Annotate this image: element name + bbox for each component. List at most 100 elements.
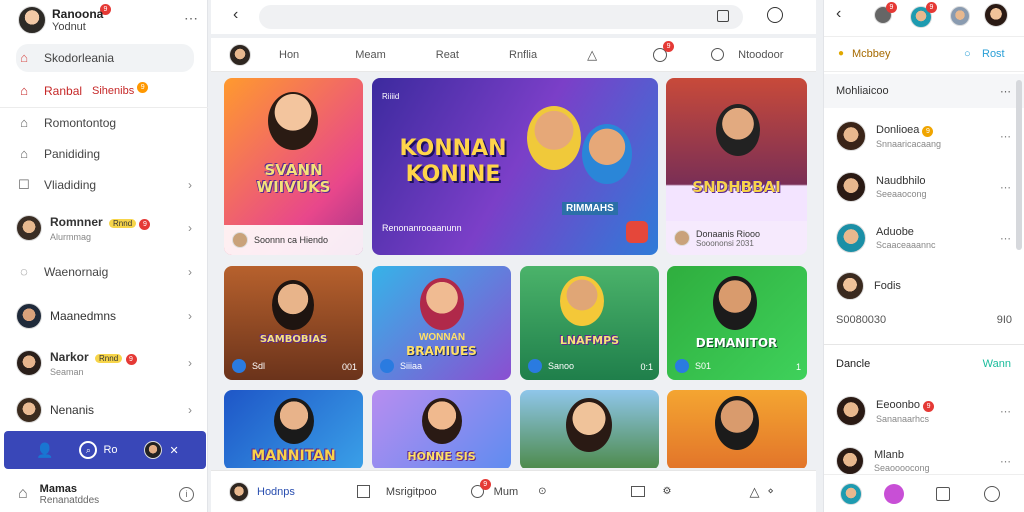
- expand-icon[interactable]: [356, 485, 370, 498]
- chat-icon[interactable]: 9: [653, 40, 675, 62]
- app-window: 9 Ranoona Yodnut ⋯ ⌂ Skodorleania ⌂ Ranb…: [0, 0, 1024, 512]
- video-card-8[interactable]: HONNE SIS: [372, 390, 511, 468]
- mail-icon[interactable]: [630, 486, 645, 497]
- sidebar-item-chat[interactable]: ◌ Waenornaig ›: [16, 258, 194, 286]
- action-left[interactable]: Mcbbey: [852, 48, 891, 60]
- avatar[interactable]: [950, 6, 970, 26]
- scrollbar[interactable]: [1016, 80, 1022, 250]
- contact-row[interactable]: Aduobe Scaaceaaannc ⋯: [836, 220, 1016, 256]
- video-card-5[interactable]: LNAFMPS Sanoo 0:1: [520, 266, 659, 380]
- contact-row[interactable]: Naudbhilo Seeaaocong ⋯: [836, 169, 1016, 205]
- sidebar-item-0[interactable]: ⌂ Skodorleania: [16, 44, 194, 72]
- video-card-3[interactable]: SAMBOBIAS Sdl 001: [224, 266, 363, 380]
- card-footer-text: Renonanrooaanunn: [382, 223, 462, 233]
- clock-icon[interactable]: [711, 48, 725, 61]
- contact-row[interactable]: Fodis: [836, 268, 1016, 304]
- card-title: MANNITAN: [251, 448, 336, 464]
- footer-title: Mamas: [39, 482, 77, 495]
- video-card-4[interactable]: WONNAN BRAMIUES Siiiaa: [372, 266, 511, 380]
- sidebar-person-4[interactable]: Nenanis ›: [16, 393, 194, 427]
- avatar[interactable]: [143, 441, 162, 459]
- card-title: DEMANITOR: [695, 336, 778, 350]
- thumbnail-figure: [422, 398, 462, 444]
- profile-avatar[interactable]: [18, 6, 46, 34]
- sidebar-person-0[interactable]: Romnner Rnnd 9 Alurmmag ›: [16, 211, 194, 245]
- avatar[interactable]: [229, 481, 249, 502]
- contact-row[interactable]: Donlioea 9 Snnaaricacaang ⋯: [836, 118, 1016, 154]
- profile-header[interactable]: 9 Ranoona Yodnut ⋯: [10, 4, 200, 38]
- bottom-user-label[interactable]: Hodnps: [257, 486, 295, 498]
- card-meta: Siiiaa: [380, 358, 422, 374]
- sidebar-item-2[interactable]: ⌂ Romontontog: [16, 109, 194, 137]
- action-right[interactable]: Rost: [982, 48, 1005, 60]
- more-icon[interactable]: ⋯: [1000, 232, 1012, 245]
- sidebar-item-4[interactable]: ☐ Vliadiding ›: [16, 171, 194, 199]
- back-icon[interactable]: ‹: [233, 6, 238, 24]
- search-input[interactable]: [259, 5, 743, 29]
- video-card-2[interactable]: SNDHBBAI Donaanis Riooo Sooononsi 2031: [666, 78, 807, 255]
- video-card-10[interactable]: [667, 390, 807, 468]
- search-icon[interactable]: ⌕: [79, 441, 98, 459]
- divider: [0, 107, 208, 108]
- chat-icon: ◌: [20, 264, 28, 279]
- bell-icon[interactable]: △: [587, 47, 597, 63]
- contact-sub: Seeaaocong: [876, 189, 927, 199]
- tab-meam[interactable]: Meam: [355, 49, 386, 61]
- video-card-7[interactable]: MANNITAN: [224, 390, 363, 468]
- avatar[interactable]: [229, 43, 251, 66]
- play-icon[interactable]: [380, 359, 394, 373]
- image-icon: ☐: [18, 177, 30, 192]
- chevron-right-icon: ›: [188, 403, 192, 417]
- tab-reat[interactable]: Reat: [436, 49, 459, 61]
- video-card-9[interactable]: [520, 390, 659, 468]
- sidebar-person-3[interactable]: Narkor Rnnd 9 Seaman ›: [16, 346, 194, 380]
- chat-icon[interactable]: 9: [470, 479, 491, 498]
- calendar-icon[interactable]: [717, 10, 729, 22]
- play-icon[interactable]: [232, 359, 246, 373]
- more-icon[interactable]: ⋯: [1000, 85, 1011, 98]
- sidebar-item-3[interactable]: ⌂ Panididing: [16, 140, 194, 168]
- home-icon[interactable]: ⌂: [18, 485, 28, 503]
- sidebar-item-1[interactable]: ⌂ Ranbal Sihenibs 9: [16, 77, 194, 105]
- clock-icon[interactable]: [984, 486, 1000, 502]
- avatar[interactable]: [984, 3, 1008, 27]
- bottom-mid2-label[interactable]: Mum: [494, 486, 518, 498]
- sidebar-person-2[interactable]: Maanedmns ›: [16, 299, 194, 333]
- user-icon[interactable]: 👤: [36, 442, 53, 459]
- tab-ntoodoor[interactable]: Ntoodoor: [738, 49, 783, 61]
- play-icon[interactable]: [675, 359, 689, 373]
- section-link[interactable]: Wann: [983, 358, 1011, 370]
- card-sub: RIMMAHS: [562, 202, 618, 215]
- contact-name: Fodis: [874, 280, 901, 292]
- video-card-1[interactable]: Riiiid KONNAN KONINE RIMMAHS Renonanrooa…: [372, 78, 658, 255]
- more-icon[interactable]: ⋄: [767, 486, 773, 497]
- play-icon[interactable]: [528, 359, 542, 373]
- tab-rnflia[interactable]: Rnflia: [509, 49, 537, 61]
- info-icon[interactable]: i: [179, 486, 194, 502]
- expand-icon[interactable]: [936, 487, 950, 501]
- contact-row[interactable]: Eeoonbo 9 Sananaarhcs ⋯: [836, 393, 1016, 429]
- more-icon[interactable]: ⋯: [1000, 455, 1012, 468]
- play-icon[interactable]: [626, 221, 648, 243]
- avatar[interactable]: [840, 483, 862, 505]
- avatar-badge: 9: [926, 2, 937, 13]
- video-card-0[interactable]: SVANN WIIVUKS Soonnn ca Hiendo: [224, 78, 363, 255]
- settings-icon[interactable]: ⚙: [663, 486, 672, 497]
- more-icon[interactable]: ⋯: [1000, 181, 1012, 194]
- back-icon[interactable]: ‹: [836, 5, 841, 23]
- share-icon[interactable]: ⊙: [538, 486, 546, 497]
- thumbnail-figure: [268, 92, 318, 150]
- close-icon[interactable]: ✕: [170, 444, 179, 457]
- tab-home[interactable]: Hon: [279, 49, 299, 61]
- video-card-6[interactable]: DEMANITOR S01 1: [667, 266, 807, 380]
- more-icon[interactable]: ⋯: [1000, 130, 1012, 143]
- bottom-mid-label[interactable]: Msrigitpoo: [386, 486, 437, 498]
- refresh-icon[interactable]: ○: [964, 48, 971, 60]
- more-icon[interactable]: ⋯: [1000, 405, 1012, 418]
- bell-icon[interactable]: △: [749, 484, 759, 500]
- app-icon[interactable]: [884, 484, 904, 504]
- card-footer-text-group: Donaanis Riooo Sooononsi 2031: [696, 229, 760, 248]
- more-icon[interactable]: ⋯: [184, 10, 198, 27]
- clock-icon[interactable]: [767, 7, 783, 23]
- thumbnail-figure: [272, 280, 314, 330]
